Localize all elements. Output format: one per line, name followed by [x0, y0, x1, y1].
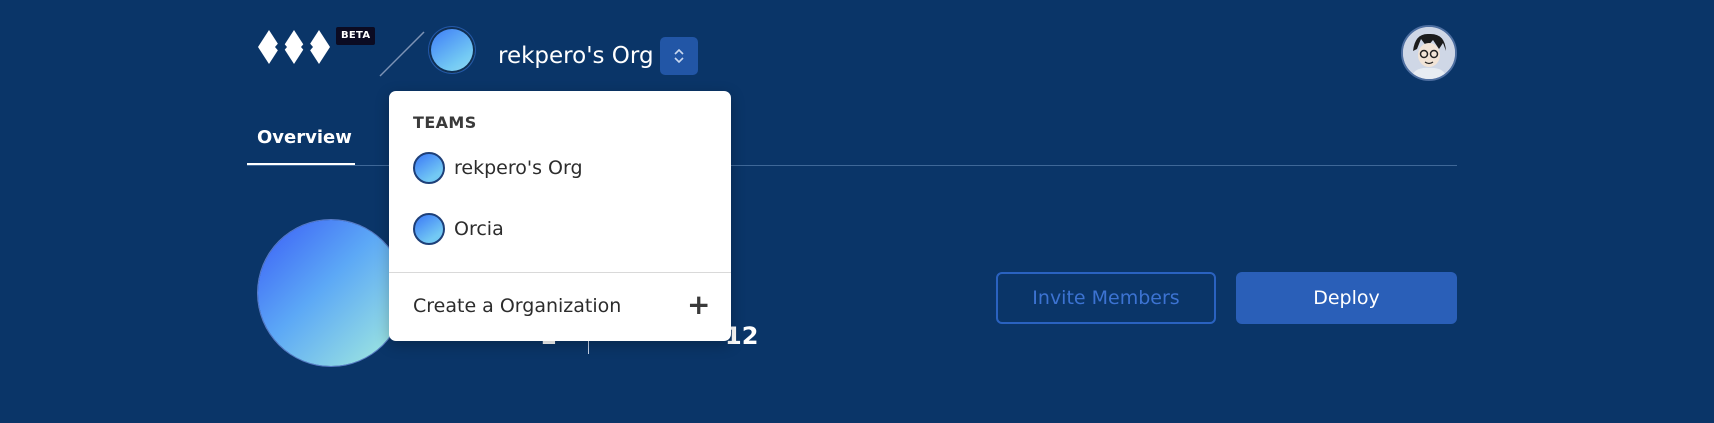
team-name: rekpero's Org	[454, 157, 583, 179]
user-avatar[interactable]	[1401, 25, 1457, 81]
breadcrumb-separator	[379, 31, 425, 77]
team-avatar	[413, 152, 445, 184]
create-organization-item[interactable]: Create a Organization	[413, 295, 621, 317]
team-item-rekpero[interactable]: rekpero's Org	[413, 150, 583, 186]
team-item-orcia[interactable]: Orcia	[413, 211, 504, 247]
team-avatar	[413, 213, 445, 245]
logo-icon[interactable]	[256, 28, 332, 66]
org-name[interactable]: rekpero's Org	[498, 42, 654, 70]
beta-badge: BETA	[336, 27, 376, 45]
invite-members-button[interactable]: Invite Members	[996, 272, 1216, 324]
org-large-avatar	[258, 220, 404, 366]
teams-dropdown: TEAMS rekpero's Org Orcia Create a Organ…	[389, 91, 731, 341]
teams-heading: TEAMS	[413, 113, 477, 132]
plus-icon[interactable]: +	[687, 290, 710, 320]
user-avatar-icon	[1403, 27, 1455, 79]
tab-overview[interactable]: Overview	[257, 127, 352, 148]
org-switcher-button[interactable]	[660, 37, 698, 75]
team-name: Orcia	[454, 218, 504, 240]
dropdown-divider	[389, 272, 731, 273]
chevron-up-down-icon	[674, 48, 684, 64]
deploy-button[interactable]: Deploy	[1236, 272, 1457, 324]
org-avatar[interactable]	[429, 27, 475, 73]
